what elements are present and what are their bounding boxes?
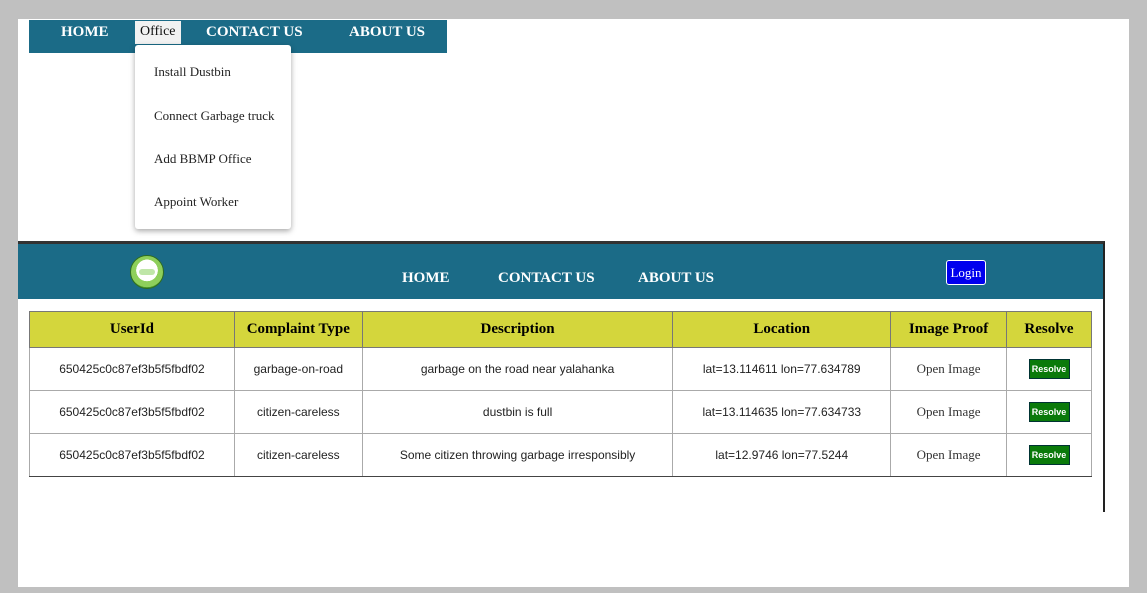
- cell-userid: 650425c0c87ef3b5f5fbdf02: [29, 433, 235, 477]
- app-nav-about[interactable]: ABOUT US: [638, 270, 714, 287]
- top-nav-office[interactable]: Office: [135, 21, 181, 44]
- resolve-button[interactable]: Resolve: [1028, 359, 1070, 379]
- header-image-proof: Image Proof: [890, 311, 1008, 348]
- office-dropdown-menu: Install Dustbin Connect Garbage truck Ad…: [135, 45, 291, 229]
- header-complaint-type: Complaint Type: [233, 311, 363, 348]
- cell-location: lat=12.9746 lon=77.5244: [672, 433, 892, 477]
- cell-complaint-type: citizen-careless: [233, 433, 363, 477]
- header-userid: UserId: [29, 311, 235, 348]
- dropdown-item-install-dustbin[interactable]: Install Dustbin: [154, 64, 231, 80]
- cell-userid: 650425c0c87ef3b5f5fbdf02: [29, 347, 235, 391]
- cell-image-proof: Open Image: [890, 347, 1008, 391]
- top-nav-contact[interactable]: CONTACT US: [206, 20, 303, 44]
- cell-resolve: Resolve: [1006, 390, 1092, 434]
- cell-location: lat=13.114635 lon=77.634733: [672, 390, 892, 434]
- cell-resolve: Resolve: [1006, 433, 1092, 477]
- open-image-link[interactable]: Open Image: [917, 361, 981, 376]
- table-row: 650425c0c87ef3b5f5fbdf02 garbage-on-road…: [29, 347, 1092, 391]
- dropdown-item-connect-garbage-truck[interactable]: Connect Garbage truck: [154, 108, 275, 124]
- top-nav-about[interactable]: ABOUT US: [349, 20, 425, 44]
- open-image-link[interactable]: Open Image: [917, 447, 981, 462]
- cell-description: Some citizen throwing garbage irresponsi…: [361, 433, 674, 477]
- app-nav-contact[interactable]: CONTACT US: [498, 270, 595, 287]
- open-image-link[interactable]: Open Image: [917, 404, 981, 419]
- cell-description: garbage on the road near yalahanka: [361, 347, 674, 391]
- dropdown-item-appoint-worker[interactable]: Appoint Worker: [154, 194, 238, 210]
- cell-location: lat=13.114611 lon=77.634789: [672, 347, 892, 391]
- cell-image-proof: Open Image: [890, 433, 1008, 477]
- dropdown-item-add-bbmp-office[interactable]: Add BBMP Office: [154, 151, 252, 167]
- header-location: Location: [672, 311, 892, 348]
- logo-icon: [130, 255, 164, 289]
- cell-description: dustbin is full: [361, 390, 674, 434]
- complaints-table: UserId Complaint Type Description Locati…: [29, 311, 1092, 477]
- cell-complaint-type: citizen-careless: [233, 390, 363, 434]
- table-row: 650425c0c87ef3b5f5fbdf02 citizen-careles…: [29, 433, 1092, 477]
- table-row: 650425c0c87ef3b5f5fbdf02 citizen-careles…: [29, 390, 1092, 434]
- login-button[interactable]: Login: [946, 260, 986, 285]
- header-description: Description: [361, 311, 674, 348]
- top-nav-home[interactable]: HOME: [61, 20, 109, 44]
- page: HOME Office CONTACT US ABOUT US Install …: [18, 19, 1129, 587]
- resolve-button[interactable]: Resolve: [1028, 445, 1070, 465]
- cell-image-proof: Open Image: [890, 390, 1008, 434]
- app-frame: HOME CONTACT US ABOUT US Login UserId Co…: [18, 241, 1105, 512]
- table-header-row: UserId Complaint Type Description Locati…: [29, 311, 1092, 348]
- app-header: HOME CONTACT US ABOUT US Login: [18, 244, 1103, 299]
- app-nav-home[interactable]: HOME: [402, 270, 450, 287]
- header-resolve: Resolve: [1006, 311, 1092, 348]
- cell-userid: 650425c0c87ef3b5f5fbdf02: [29, 390, 235, 434]
- cell-resolve: Resolve: [1006, 347, 1092, 391]
- cell-complaint-type: garbage-on-road: [233, 347, 363, 391]
- resolve-button[interactable]: Resolve: [1028, 402, 1070, 422]
